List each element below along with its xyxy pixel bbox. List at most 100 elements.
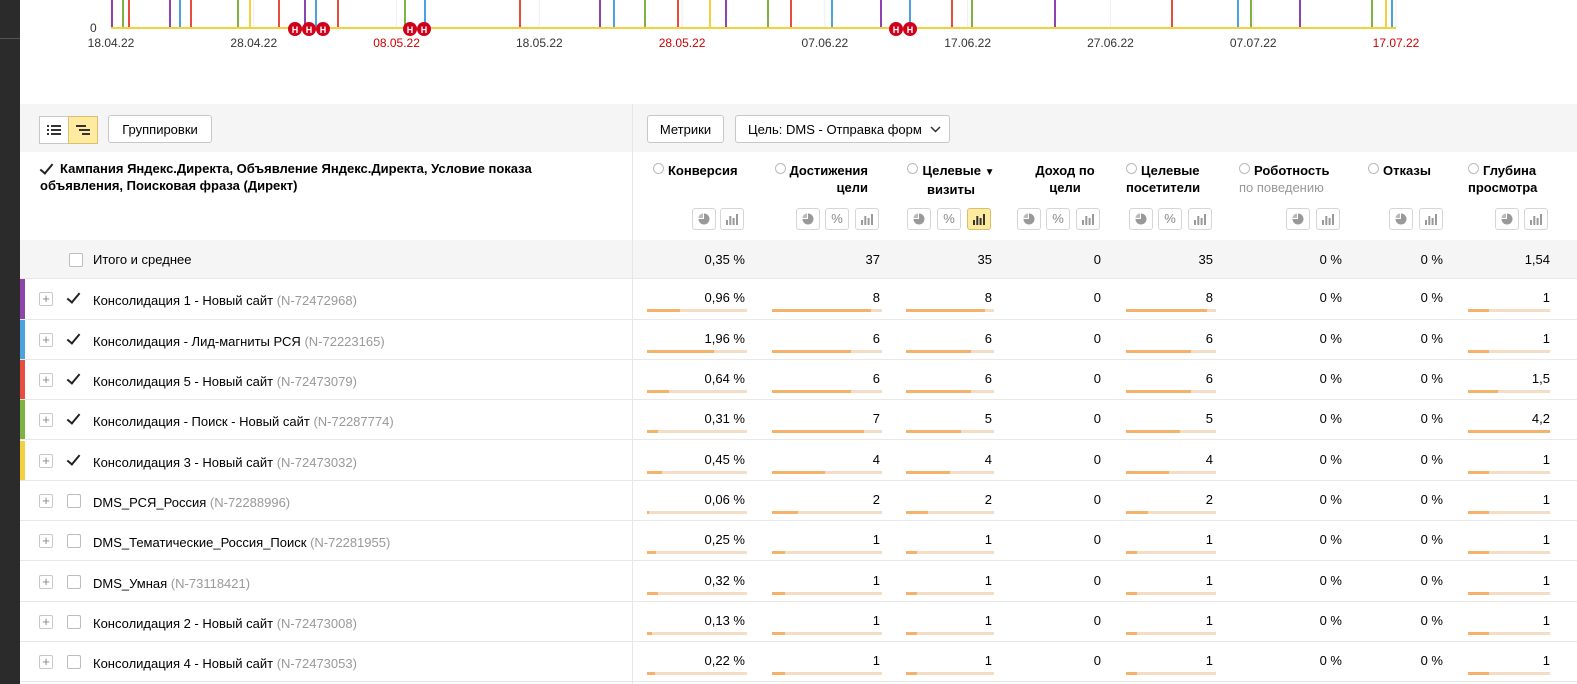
campaign-name[interactable]: Консолидация 2 - Новый сайт (N-72473008) [93,616,357,631]
row-checkbox[interactable] [67,373,81,387]
table-row[interactable]: + DMS_Тематические_Россия_Поиск (N-722819… [20,521,1577,562]
pie-chart-icon[interactable] [1286,208,1310,230]
table-row[interactable]: + Консолидация 4 - Новый сайт (N-72473053… [20,642,1577,683]
holiday-marker[interactable]: Н [889,22,903,36]
bar-chart-icon[interactable] [967,208,991,230]
column-header[interactable]: Отказы [1368,162,1448,179]
metric-share-bar [647,390,747,394]
column-header[interactable]: Роботность по поведению [1239,162,1349,196]
campaign-name[interactable]: DMS_Тематические_Россия_Поиск (N-7228195… [93,535,390,550]
column-header[interactable]: Глубина просмотра [1468,162,1558,196]
table-row[interactable]: + Консолидация 1 - Новый сайт (N-72472968… [20,279,1577,320]
expand-icon[interactable]: + [39,332,53,347]
info-icon[interactable] [907,163,919,174]
info-icon[interactable] [1368,163,1379,174]
metric-value: 6 [1205,330,1213,346]
goal-select[interactable]: Цель: DMS - Отправка форм [735,115,950,143]
row-checkbox[interactable] [67,574,81,589]
campaign-name[interactable]: Консолидация - Лид-магниты РСЯ (N-722231… [93,334,385,349]
tree-view-button[interactable] [68,116,98,144]
expand-icon[interactable]: + [39,534,53,549]
total-row[interactable]: Итого и среднее 0,35 % 37 35 0 35 0 % 0 % 1,54 [20,240,1577,280]
holiday-marker[interactable]: Н [316,22,330,36]
column-header[interactable]: Целевые посетители [1126,162,1216,196]
column-header-subtitle: по поведению [1239,180,1324,195]
campaign-name[interactable]: Консолидация 4 - Новый сайт (N-72473053) [93,656,357,671]
row-checkbox[interactable] [67,333,81,347]
metric-share-bar [647,510,747,514]
flat-view-button[interactable] [39,116,69,144]
bar-chart-icon[interactable] [1524,208,1548,230]
metrics-button[interactable]: Метрики [647,115,724,143]
holiday-marker[interactable]: Н [302,22,316,36]
info-icon[interactable] [1468,163,1479,174]
table-row[interactable]: + Консолидация 5 - Новый сайт (N-72473079… [20,359,1577,401]
table-row[interactable]: + DMS_Умная (N-73118421) 0,32 % 1 1 0 1 0 % 0 % 1 [20,561,1577,602]
metric-value: 1,54 [1524,251,1550,267]
pie-chart-icon[interactable] [1389,208,1413,230]
expand-icon[interactable]: + [39,493,53,508]
campaign-name[interactable]: Консолидация 3 - Новый сайт (N-72473032) [93,455,357,470]
expand-icon[interactable]: + [39,453,53,468]
table-row[interactable]: + Консолидация 2 - Новый сайт (N-72473008… [20,602,1577,642]
campaign-name[interactable]: Консолидация 1 - Новый сайт (N-72472968) [93,293,357,308]
campaign-name-label: DMS_Тематические_Россия_Поиск [93,535,307,551]
expand-icon[interactable]: + [39,614,53,629]
info-icon[interactable] [774,163,786,174]
percent-icon[interactable]: % [1158,208,1182,230]
info-icon[interactable] [653,163,664,174]
table-row[interactable]: + Консолидация - Лид-магниты РСЯ (N-72223… [20,319,1577,360]
table-row[interactable]: + DMS_РСЯ_Россия (N-72288996) 0,06 % 2 2 0 2 0 … [20,481,1577,522]
table-row[interactable]: + Консолидация - Поиск - Новый сайт (N-72… [20,400,1577,441]
campaign-name[interactable]: DMS_РСЯ_Россия (N-72288996) [93,495,290,510]
column-header-line1: Целевые [1141,163,1200,178]
holiday-marker[interactable]: Н [288,22,302,36]
groupings-button[interactable]: Группировки [108,115,212,143]
column-header[interactable]: Конверсия [647,162,753,179]
metric-share-bar [772,672,882,676]
row-checkbox[interactable] [67,292,81,306]
column-header[interactable]: Целевые ▼ визиты [906,162,996,198]
sort-desc-icon[interactable]: ▼ [985,167,995,178]
campaign-name[interactable]: DMS_Умная (N-73118421) [93,576,250,591]
row-checkbox[interactable] [67,534,81,549]
bar-chart-icon[interactable] [1419,208,1443,230]
row-checkbox[interactable] [69,252,83,267]
campaign-name[interactable]: Консолидация 5 - Новый сайт (N-72473079) [93,374,357,389]
bar-chart-icon[interactable] [1188,208,1212,230]
row-checkbox[interactable] [67,655,81,670]
holiday-marker[interactable]: Н [403,22,417,36]
bar-chart-icon[interactable] [720,208,744,230]
campaign-name[interactable]: Консолидация - Поиск - Новый сайт (N-722… [93,414,394,429]
select-all-checkbox[interactable] [40,163,54,177]
table-row[interactable]: + Консолидация 3 - Новый сайт (N-72473032… [20,440,1577,481]
percent-icon[interactable]: % [1046,208,1070,230]
info-icon[interactable] [1126,163,1137,174]
metric-share-bar [906,430,994,434]
pie-chart-icon[interactable] [907,208,931,230]
info-icon[interactable] [1239,163,1250,174]
pie-chart-icon[interactable] [1495,208,1519,230]
row-checkbox[interactable] [67,614,81,629]
pie-chart-icon[interactable] [1129,208,1153,230]
bar-chart-icon[interactable] [855,208,879,230]
percent-icon[interactable]: % [937,208,961,230]
pie-chart-icon[interactable] [1017,208,1041,230]
row-checkbox[interactable] [67,413,81,427]
pie-chart-icon[interactable] [796,208,820,230]
percent-icon[interactable]: % [825,208,849,230]
holiday-marker[interactable]: Н [417,22,431,36]
bar-chart-icon[interactable] [1316,208,1340,230]
expand-icon[interactable]: + [39,574,53,589]
expand-icon[interactable]: + [39,655,53,670]
expand-icon[interactable]: + [39,373,53,388]
row-checkbox[interactable] [67,454,81,468]
bar-chart-icon[interactable] [1076,208,1100,230]
column-header[interactable]: Доход по цели [1020,162,1110,196]
expand-icon[interactable]: + [39,413,53,428]
expand-icon[interactable]: + [39,292,53,307]
holiday-marker[interactable]: Н [903,22,917,36]
column-header[interactable]: Достижения цели [772,162,868,196]
pie-chart-icon[interactable] [692,208,716,230]
row-checkbox[interactable] [67,493,81,508]
